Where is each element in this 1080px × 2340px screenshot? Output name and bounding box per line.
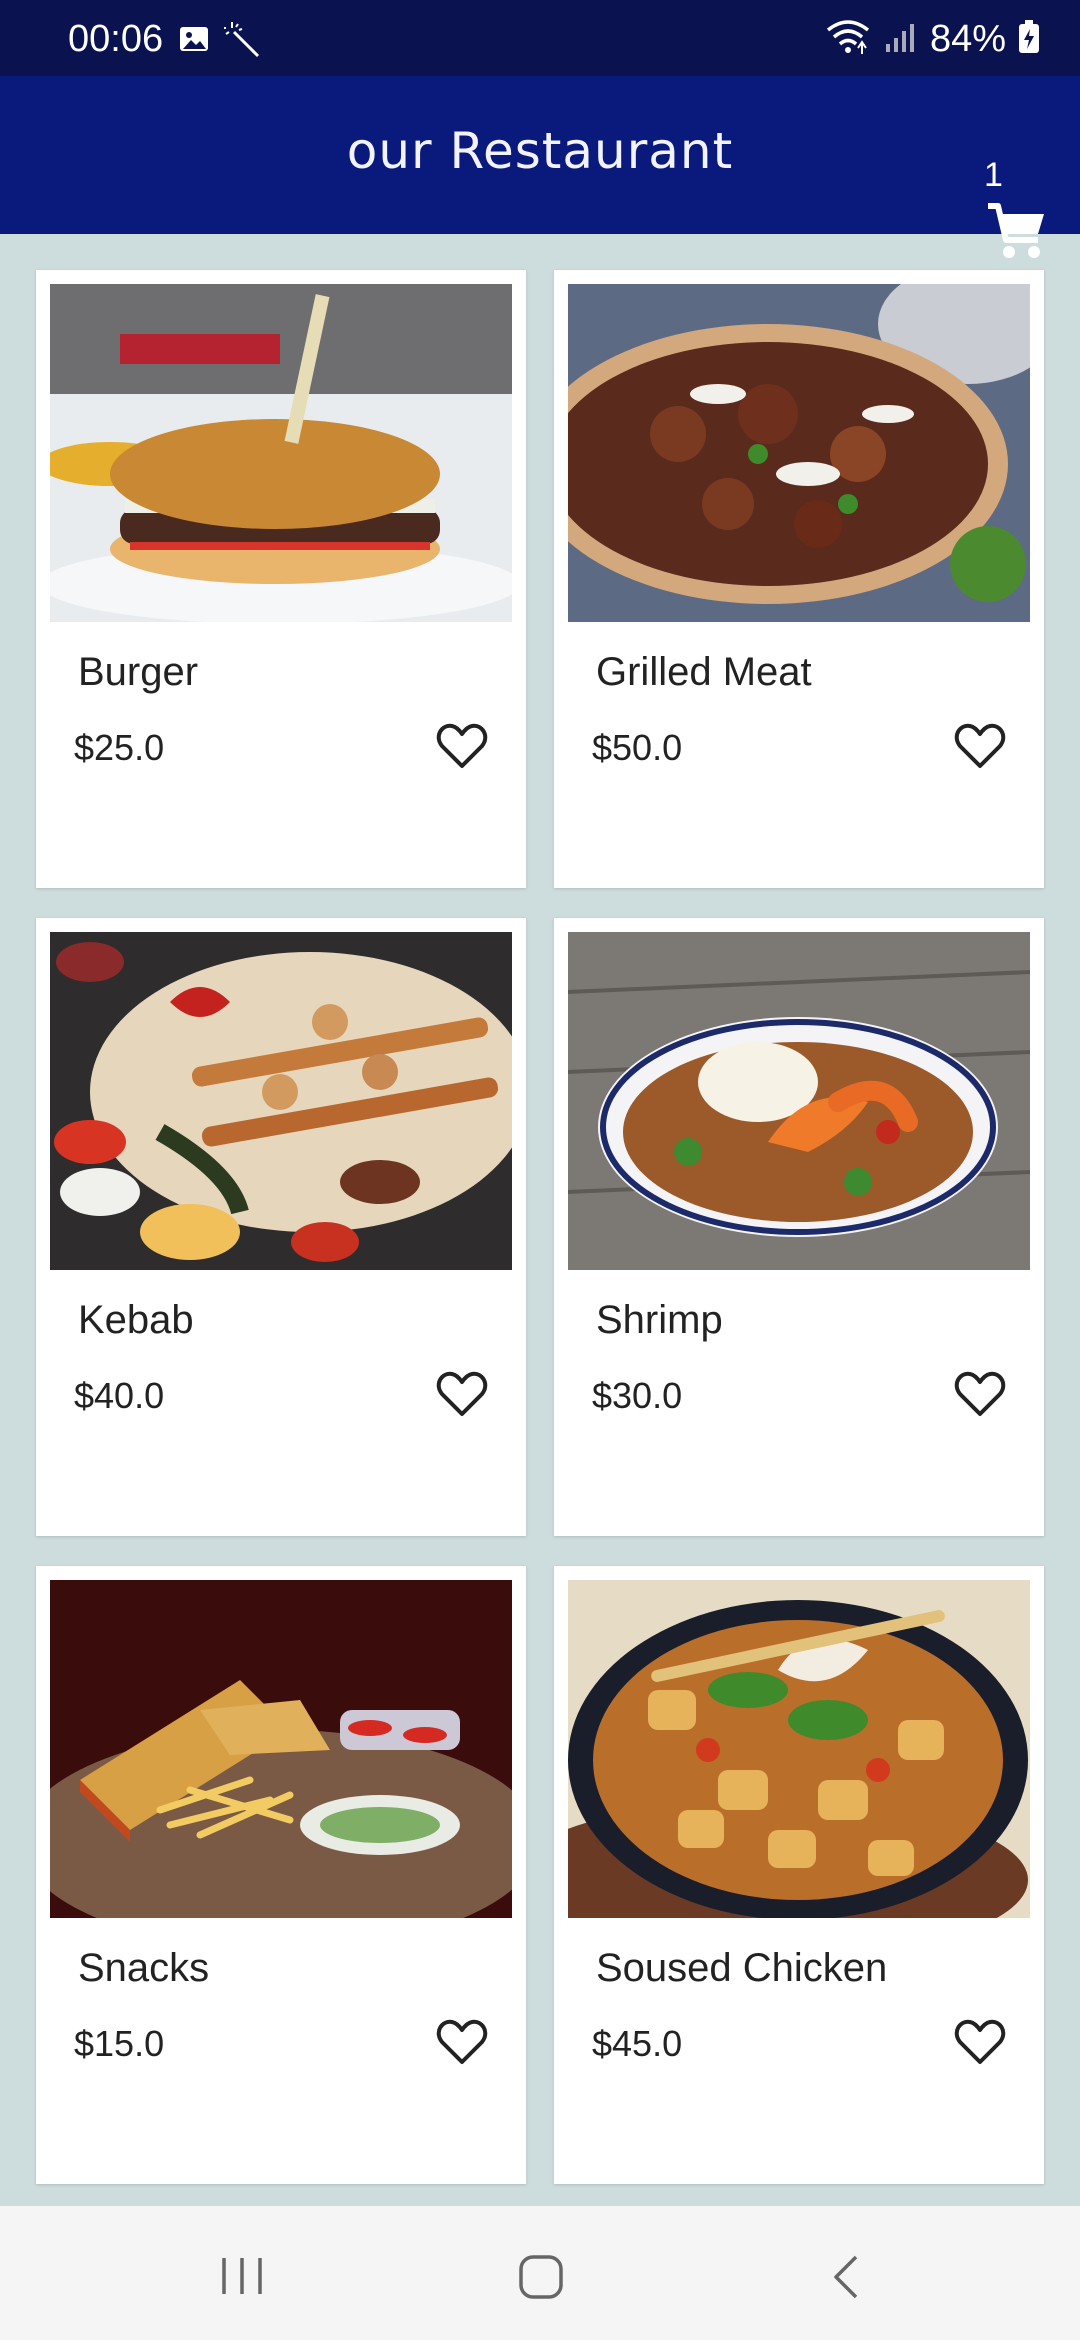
wifi-icon [824,18,872,61]
menu-item-card[interactable]: Snacks $15.0 [36,1566,526,2184]
item-name: Soused Chicken [596,1946,888,1990]
snacks-photo [50,1580,512,1918]
item-name: Shrimp [596,1298,723,1342]
item-price: $40.0 [74,1375,165,1416]
app-title: our Restaurant [346,122,734,180]
menu-item-card[interactable]: Soused Chicken $45.0 [554,1566,1044,2184]
cart-count-badge: 1 [984,156,1003,194]
item-name: Grilled Meat [596,650,812,694]
menu-item-card[interactable]: Shrimp $30.0 [554,918,1044,1536]
item-price: $50.0 [592,727,683,768]
shopping-cart-icon[interactable] [986,202,1046,265]
magic-wand-icon [224,20,262,63]
heart-icon[interactable] [954,722,1006,775]
item-name: Kebab [78,1298,194,1342]
gallery-icon [178,23,210,60]
menu-item-card[interactable]: Grilled Meat $50.0 [554,270,1044,888]
battery-percent: 84% [929,18,1006,60]
item-name: Snacks [78,1946,210,1990]
shrimp-photo [568,932,1030,1270]
status-bar: 00:06 84% [0,0,1080,76]
status-system-icons: 84% [824,18,1040,61]
signal-icon [884,20,918,59]
system-navigation-bar [0,2206,1080,2340]
item-price: $15.0 [74,2023,165,2064]
heart-icon[interactable] [954,1370,1006,1423]
heart-icon[interactable] [436,2018,488,2071]
recent-apps-icon[interactable] [218,2256,266,2301]
menu-item-card[interactable]: Burger $25.0 [36,270,526,888]
home-icon[interactable] [518,2254,564,2305]
status-time: 00:06 [68,18,164,60]
menu-item-card[interactable]: Kebab $40.0 [36,918,526,1536]
item-price: $45.0 [592,2023,683,2064]
heart-icon[interactable] [954,2018,1006,2071]
soused-chicken-photo [568,1580,1030,1918]
back-icon[interactable] [830,2254,860,2305]
grilled-meat-photo [568,284,1030,622]
status-notification-icons [178,20,262,63]
item-price: $30.0 [592,1375,683,1416]
heart-icon[interactable] [436,722,488,775]
battery-icon [1018,20,1040,59]
heart-icon[interactable] [436,1370,488,1423]
kebab-photo [50,932,512,1270]
burger-photo [50,284,512,622]
app-bar: our Restaurant 1 [0,76,1080,258]
item-name: Burger [78,650,199,694]
item-price: $25.0 [74,727,165,768]
